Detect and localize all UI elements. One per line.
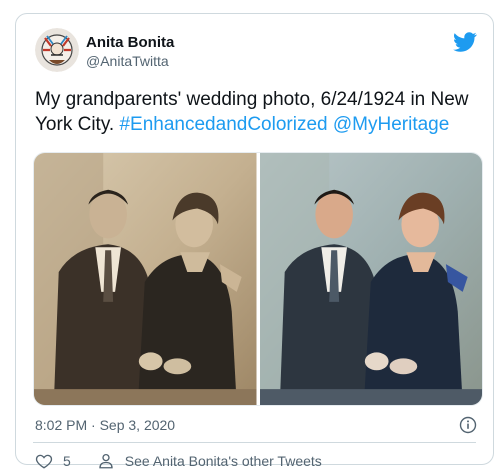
author-name[interactable]: Anita Bonita: [86, 34, 174, 51]
person-icon: [99, 453, 113, 469]
hashtag-link[interactable]: #EnhancedandColorized: [119, 114, 327, 135]
like-count: 5: [63, 453, 71, 469]
original-photo[interactable]: [34, 153, 257, 405]
tweet-text: My grandparents' wedding photo, 6/24/192…: [35, 87, 475, 137]
other-tweets-label: See Anita Bonita's other Tweets: [124, 453, 322, 469]
colorized-photo[interactable]: [259, 153, 482, 405]
author-handle[interactable]: @AnitaTwitta: [86, 53, 169, 69]
tweet-actions: 5 See Anita Bonita's other Tweets: [35, 452, 322, 470]
tweet-timestamp[interactable]: 8:02 PM · Sep 3, 2020: [35, 417, 175, 433]
author-avatar[interactable]: [35, 28, 79, 72]
info-icon[interactable]: [459, 416, 477, 434]
actions-divider: [33, 442, 476, 443]
tweet-media[interactable]: [33, 152, 483, 406]
tweet-card[interactable]: Anita Bonita @AnitaTwitta My grandparent…: [15, 13, 494, 469]
mention-link[interactable]: @MyHeritage: [333, 114, 449, 135]
heart-icon: [35, 454, 53, 469]
other-tweets-link[interactable]: See Anita Bonita's other Tweets: [97, 452, 322, 470]
twitter-bird-icon[interactable]: [453, 30, 477, 54]
like-button[interactable]: 5: [35, 452, 97, 470]
